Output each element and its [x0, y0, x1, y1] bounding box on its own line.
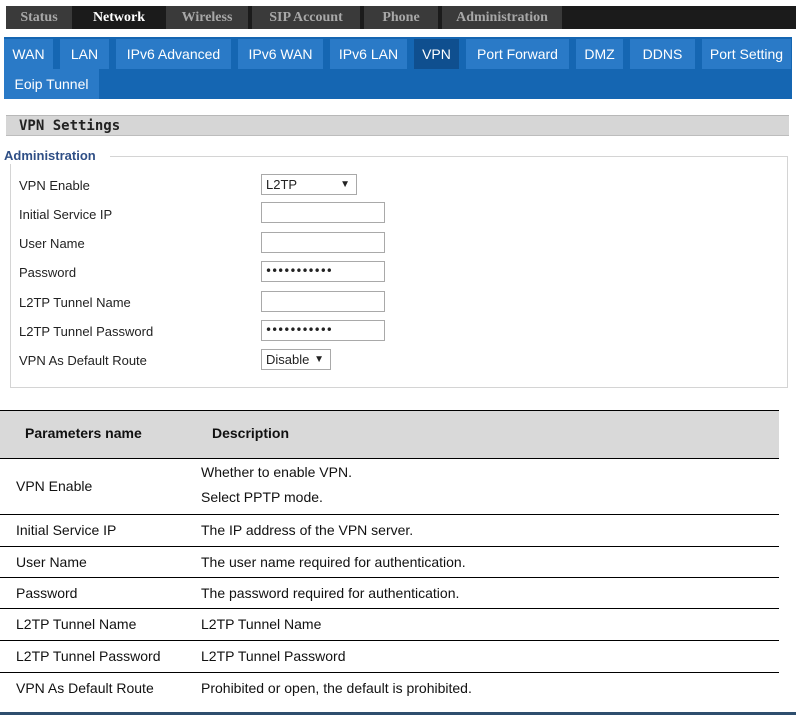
header-description: Description [212, 425, 290, 441]
table-header: Parameters name Description [0, 410, 779, 459]
sub-navigation: WAN LAN IPv6 Advanced IPv6 WAN IPv6 LAN … [4, 37, 792, 99]
tab-network[interactable]: Network [76, 6, 162, 29]
label-password: Password [19, 265, 77, 280]
l2tp-tunnel-password-input[interactable]: ••••••••••• [261, 320, 385, 341]
param-name: Initial Service IP [16, 522, 117, 538]
vpn-default-route-value: Disable [266, 352, 310, 367]
table-row: VPN Enable Whether to enable VPN. Select… [0, 459, 779, 515]
chevron-down-icon: ▼ [314, 354, 324, 365]
param-description: Whether to enable VPN. [201, 464, 352, 480]
subtab-ipv6-advanced[interactable]: IPv6 Advanced [116, 39, 232, 69]
table-row: User Name The user name required for aut… [0, 547, 779, 578]
subtab-lan[interactable]: LAN [60, 39, 110, 69]
tab-administration[interactable]: Administration [442, 6, 562, 29]
subtab-dmz[interactable]: DMZ [576, 39, 624, 69]
table-row: L2TP Tunnel Password L2TP Tunnel Passwor… [0, 641, 779, 673]
label-l2tp-tunnel-name: L2TP Tunnel Name [19, 295, 131, 310]
param-description: Prohibited or open, the default is prohi… [201, 680, 472, 696]
label-initial-service-ip: Initial Service IP [19, 207, 113, 222]
table-row: VPN As Default Route Prohibited or open,… [0, 673, 779, 705]
label-vpn-default-route: VPN As Default Route [19, 353, 147, 368]
param-description: L2TP Tunnel Name [201, 616, 322, 632]
fieldset-legend: Administration [4, 148, 110, 164]
subtab-port-setting[interactable]: Port Setting [702, 39, 792, 69]
chevron-down-icon: ▼ [340, 179, 350, 190]
table-row: Initial Service IP The IP address of the… [0, 515, 779, 547]
label-l2tp-tunnel-password: L2TP Tunnel Password [19, 324, 154, 339]
l2tp-tunnel-name-input[interactable] [261, 291, 385, 312]
param-description: The IP address of the VPN server. [201, 522, 414, 538]
initial-service-ip-input[interactable] [261, 202, 385, 223]
section-title: VPN Settings [6, 115, 789, 136]
user-name-input[interactable] [261, 232, 385, 253]
subtab-eoip-tunnel[interactable]: Eoip Tunnel [4, 69, 100, 99]
param-description: L2TP Tunnel Password [201, 648, 346, 664]
param-name: L2TP Tunnel Password [16, 648, 161, 664]
param-name: User Name [16, 554, 87, 570]
param-name: Password [16, 585, 78, 601]
param-description: The user name required for authenticatio… [201, 554, 466, 570]
subtab-ipv6-lan[interactable]: IPv6 LAN [330, 39, 408, 69]
vpn-default-route-select[interactable]: Disable ▼ [261, 349, 331, 370]
subtab-wan[interactable]: WAN [4, 39, 54, 69]
param-name: VPN As Default Route [16, 680, 154, 696]
table-row: L2TP Tunnel Name L2TP Tunnel Name [0, 609, 779, 641]
param-description: Select PPTP mode. [201, 489, 323, 505]
tab-phone[interactable]: Phone [364, 6, 438, 29]
vpn-enable-value: L2TP [266, 177, 298, 192]
param-name: L2TP Tunnel Name [16, 616, 137, 632]
table-row: Password The password required for authe… [0, 578, 779, 609]
param-description: The password required for authentication… [201, 585, 460, 601]
subtab-ddns[interactable]: DDNS [630, 39, 696, 69]
subtab-ipv6-wan[interactable]: IPv6 WAN [238, 39, 324, 69]
vpn-enable-select[interactable]: L2TP ▼ [261, 174, 357, 195]
tab-sip-account[interactable]: SIP Account [252, 6, 360, 29]
subtab-port-forward[interactable]: Port Forward [466, 39, 570, 69]
top-navigation: Status Network Wireless SIP Account Phon… [0, 0, 796, 37]
label-user-name: User Name [19, 236, 85, 251]
tab-wireless[interactable]: Wireless [166, 6, 248, 29]
label-vpn-enable: VPN Enable [19, 178, 90, 193]
password-input[interactable]: ••••••••••• [261, 261, 385, 282]
tab-status[interactable]: Status [6, 6, 72, 29]
subtab-vpn[interactable]: VPN [414, 39, 460, 69]
param-name: VPN Enable [16, 478, 93, 494]
header-parameters-name: Parameters name [25, 425, 142, 441]
